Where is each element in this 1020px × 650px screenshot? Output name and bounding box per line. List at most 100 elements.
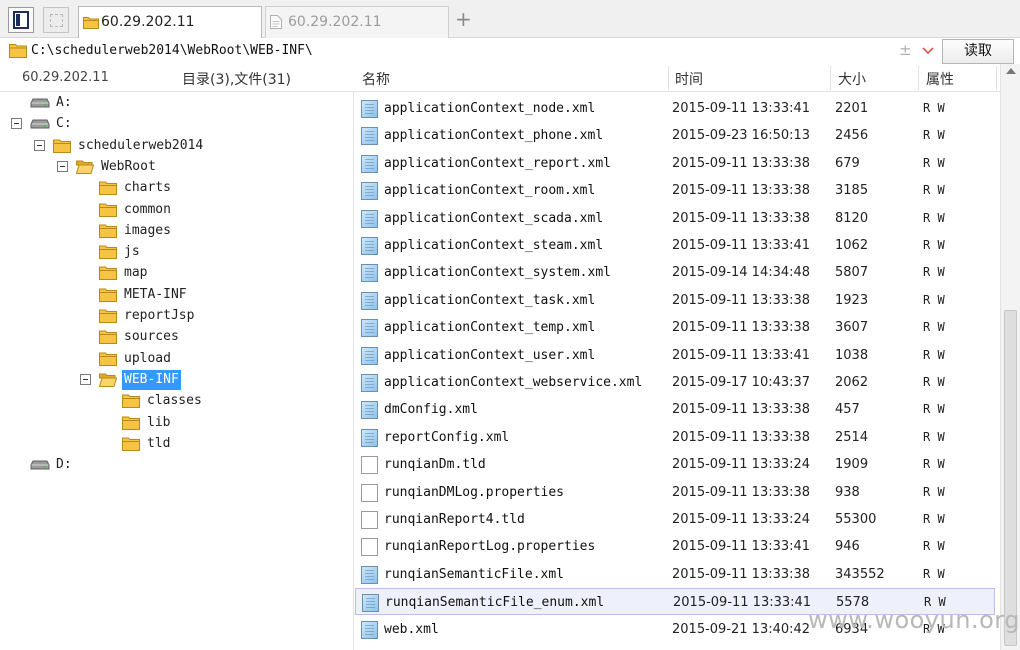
file-size: 2201	[835, 101, 869, 116]
column-size-header[interactable]: 大小	[838, 69, 866, 89]
tree-node[interactable]: classes	[0, 391, 350, 411]
tree-node[interactable]: reportJsp	[0, 306, 350, 326]
xml-file-icon	[361, 374, 378, 392]
column-time-header[interactable]: 时间	[675, 69, 703, 89]
file-row[interactable]: applicationContext_report.xml 2015-09-11 …	[355, 150, 995, 177]
file-row[interactable]: applicationContext_scada.xml 2015-09-11 1…	[355, 205, 995, 232]
tree-node-label: images	[124, 222, 171, 238]
scrollbar-thumb[interactable]	[1004, 310, 1017, 646]
folder-icon	[99, 330, 117, 345]
document-icon	[361, 511, 378, 529]
file-row[interactable]: applicationContext_system.xml 2015-09-14 …	[355, 259, 995, 286]
tree-node[interactable]: META-INF	[0, 285, 350, 305]
column-divider[interactable]	[918, 66, 919, 90]
tree-node-label: common	[124, 201, 171, 217]
column-name-header[interactable]: 名称	[362, 69, 390, 89]
file-time: 2015-09-11 13:33:38	[672, 320, 811, 336]
column-divider[interactable]	[830, 66, 831, 90]
tree-node[interactable]: sources	[0, 327, 350, 347]
tab-label: 60.29.202.11	[288, 14, 382, 30]
file-row[interactable]: applicationContext_task.xml 2015-09-11 13…	[355, 287, 995, 314]
file-row[interactable]: runqianReportLog.properties 2015-09-11 13…	[355, 533, 995, 560]
file-row[interactable]: applicationContext_node.xml 2015-09-11 13…	[355, 95, 995, 122]
xml-file-icon	[361, 154, 378, 173]
file-name: applicationContext_system.xml	[384, 265, 611, 281]
tree-node-label: A:	[56, 95, 72, 110]
tree-node[interactable]: WebRoot	[0, 157, 350, 177]
file-row[interactable]: applicationContext_webservice.xml 2015-09…	[355, 369, 995, 396]
tree-node[interactable]: lib	[0, 413, 350, 433]
file-time: 2015-09-11 13:33:38	[672, 429, 811, 445]
tree-node[interactable]: D:	[0, 455, 350, 475]
file-time: 2015-09-11 13:33:38	[672, 155, 811, 171]
chevron-down-icon[interactable]	[920, 43, 936, 59]
file-size: 457	[835, 402, 860, 418]
tree-node[interactable]: js	[0, 242, 350, 262]
tree-node[interactable]: upload	[0, 349, 350, 369]
folder-icon	[122, 416, 140, 430]
tree-node[interactable]: map	[0, 263, 350, 283]
file-attributes: R W	[923, 265, 945, 280]
file-row[interactable]: applicationContext_room.xml 2015-09-11 13…	[355, 177, 995, 204]
file-row[interactable]: dmConfig.xml 2015-09-11 13:33:38 457 R W	[355, 396, 995, 423]
file-name: runqianSemanticFile_enum.xml	[385, 595, 605, 611]
tree-node[interactable]: C:	[0, 114, 350, 134]
file-row[interactable]: applicationContext_temp.xml 2015-09-11 13…	[355, 314, 995, 341]
vertical-scrollbar[interactable]	[1000, 64, 1020, 650]
tab-inactive[interactable]: 60.29.202.11	[265, 6, 449, 38]
file-row[interactable]: runqianDm.tld 2015-09-11 13:33:24 1909 R W	[355, 451, 995, 478]
tab-active[interactable]: 60.29.202.11	[78, 6, 262, 39]
tree-node-label: classes	[147, 393, 202, 409]
add-tab-button[interactable]: +	[455, 9, 472, 29]
file-row[interactable]: runqianDMLog.properties 2015-09-11 13:33:…	[355, 479, 995, 506]
tree-node[interactable]: common	[0, 200, 350, 220]
file-time: 2015-09-11 13:33:38	[672, 484, 811, 500]
file-time: 2015-09-11 13:33:38	[672, 566, 811, 582]
file-time: 2015-09-11 13:33:41	[673, 595, 812, 611]
file-time: 2015-09-11 13:33:38	[672, 292, 811, 308]
xml-file-icon	[361, 237, 378, 255]
file-size: 3185	[835, 183, 869, 199]
file-row[interactable]: applicationContext_user.xml 2015-09-11 13…	[355, 342, 995, 369]
file-row[interactable]: reportConfig.xml 2015-09-11 13:33:38 2514 R…	[355, 424, 995, 451]
file-row[interactable]: runqianSemanticFile.xml 2015-09-11 13:33:…	[355, 561, 995, 588]
column-divider[interactable]	[668, 66, 669, 90]
collapse-toggle-icon[interactable]	[80, 373, 91, 385]
read-button[interactable]: 读取	[942, 39, 1014, 64]
file-row[interactable]: runqianReport4.tld 2015-09-11 13:33:24 553…	[355, 506, 995, 533]
tree-node[interactable]: WEB-INF	[0, 369, 350, 390]
file-attributes: R W	[923, 183, 945, 198]
tree-node[interactable]: tld	[0, 434, 350, 454]
file-size: 55300	[835, 512, 877, 527]
document-icon	[361, 456, 378, 475]
file-row[interactable]: applicationContext_steam.xml 2015-09-11 1…	[355, 232, 995, 259]
xml-file-icon	[361, 100, 378, 118]
collapse-toggle-icon[interactable]	[57, 160, 68, 172]
document-icon	[361, 483, 378, 502]
collapse-toggle-icon[interactable]	[11, 118, 22, 130]
file-name: runqianSemanticFile.xml	[384, 566, 565, 582]
tree-node[interactable]: images	[0, 221, 350, 241]
file-attributes: R W	[923, 539, 945, 554]
tree-node[interactable]: schedulerweb2014	[0, 136, 350, 156]
watermark: www.wooyun.org	[808, 606, 1020, 634]
file-row[interactable]: applicationContext_phone.xml 2015-09-23 1…	[355, 122, 995, 149]
column-attr-header[interactable]: 属性	[926, 69, 954, 89]
item-count: 目录(3),文件(31)	[182, 72, 292, 88]
file-list: applicationContext_node.xml 2015-09-11 13…	[355, 92, 1000, 650]
column-divider[interactable]	[996, 66, 997, 90]
sidebar-toggle-button[interactable]	[8, 7, 34, 33]
document-icon	[361, 538, 378, 557]
tree-node[interactable]: charts	[0, 178, 350, 198]
tree-node-label: WebRoot	[101, 158, 156, 174]
tree-node-label: reportJsp	[124, 308, 195, 323]
collapse-toggle-icon[interactable]	[34, 139, 45, 151]
address-bar: ± 读取	[0, 38, 1020, 64]
tree-node[interactable]: A:	[0, 93, 350, 113]
scroll-up-icon[interactable]	[1006, 68, 1016, 74]
file-size: 8120	[835, 210, 869, 226]
path-input[interactable]	[29, 39, 895, 63]
plus-minus-icon[interactable]: ±	[899, 41, 913, 59]
new-window-button[interactable]	[43, 7, 69, 33]
file-size: 5807	[835, 265, 869, 281]
